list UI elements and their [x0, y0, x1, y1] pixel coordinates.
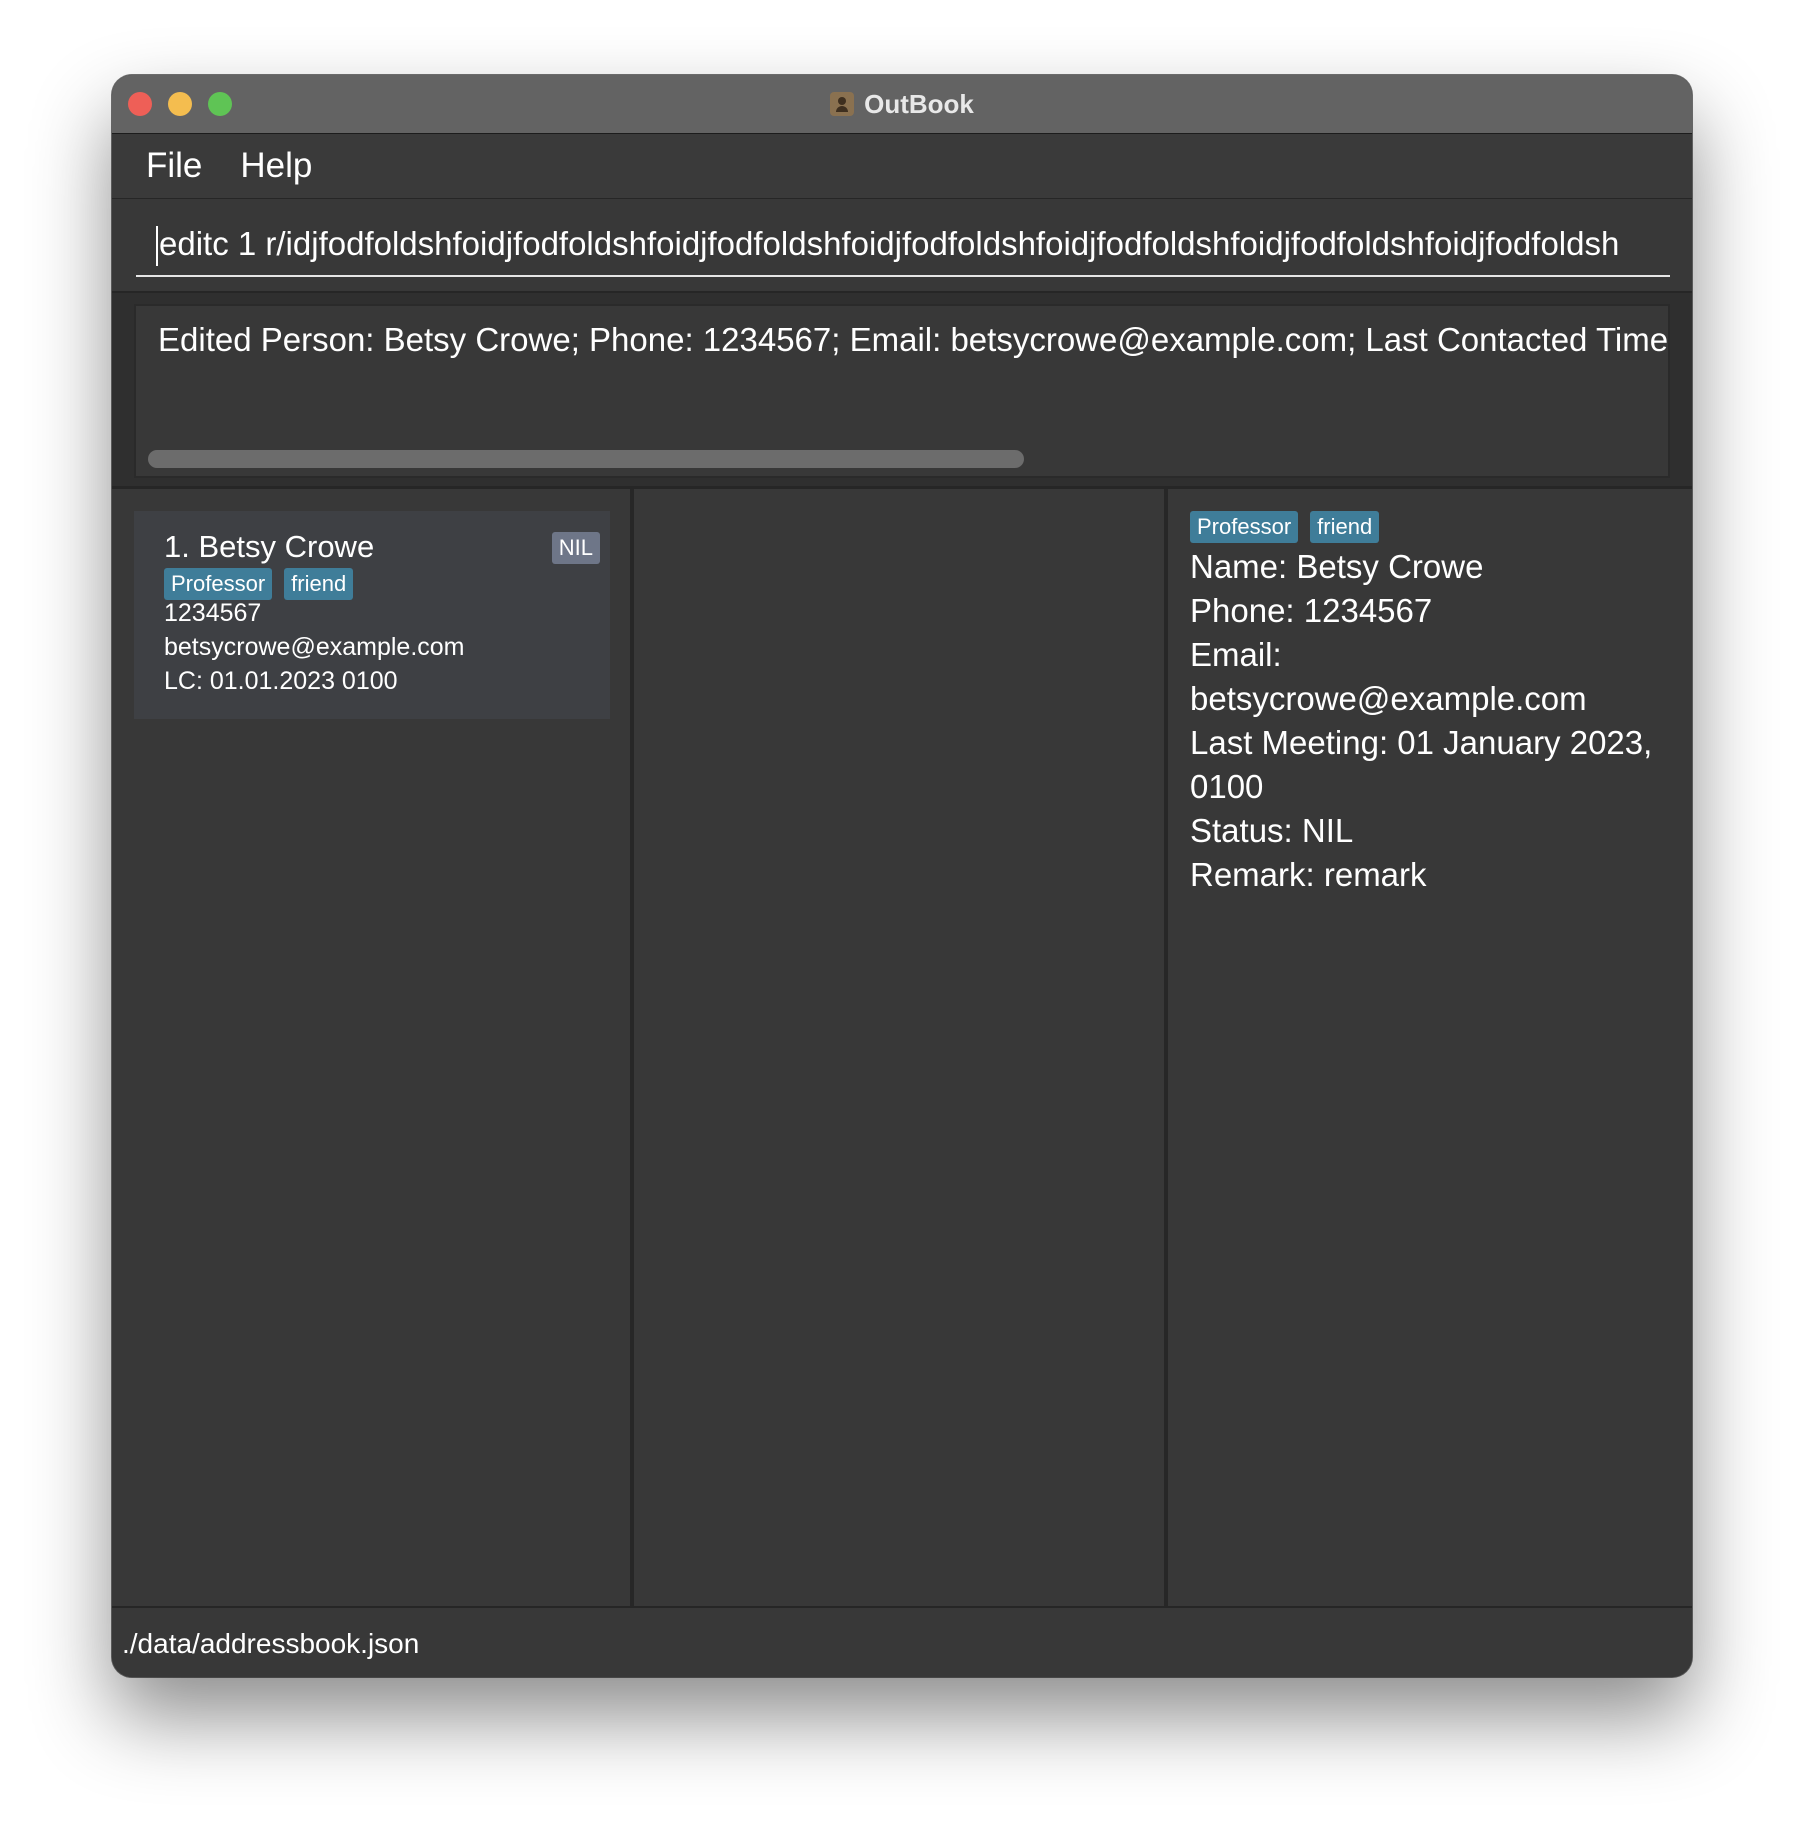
tag-friend: friend — [1310, 511, 1380, 543]
person-detail-panel: Professor friend Name: Betsy Crowe Phone:… — [1168, 489, 1692, 1606]
detail-last-meeting-time: 0100 — [1190, 768, 1264, 805]
middle-panel — [634, 489, 1164, 1606]
tag-professor: Professor — [164, 568, 273, 600]
title-group: OutBook — [112, 75, 1692, 133]
window-title: OutBook — [864, 88, 974, 119]
result-text: Edited Person: Betsy Crowe; Phone: 12345… — [158, 321, 1670, 358]
command-box: editc 1 r/idjfodfoldshfoidjfodfoldshfoid… — [112, 199, 1692, 293]
person-card[interactable]: 1. Betsy Crowe NIL Professor friend 12345… — [134, 511, 610, 719]
result-display[interactable]: Edited Person: Betsy Crowe; Phone: 12345… — [134, 304, 1670, 478]
person-phone: 1234567 — [164, 599, 262, 627]
detail-email: betsycrowe@example.com — [1190, 680, 1587, 717]
detail-phone: Phone: 1234567 — [1190, 592, 1433, 629]
person-list-panel: 1. Betsy Crowe NIL Professor friend 12345… — [112, 489, 630, 1606]
person-tags: Professor friend — [164, 568, 365, 600]
detail-email-label: Email: — [1190, 636, 1282, 673]
text-caret — [156, 226, 158, 267]
menu-bar: File Help — [112, 134, 1692, 199]
save-location: ./data/addressbook.json — [122, 1628, 420, 1659]
detail-tags: Professor friend — [1190, 511, 1672, 543]
menu-help[interactable]: Help — [240, 146, 312, 186]
status-bar: ./data/addressbook.json — [112, 1606, 1692, 1677]
tag-friend: friend — [284, 568, 354, 600]
menu-file[interactable]: File — [146, 146, 202, 186]
person-email: betsycrowe@example.com — [164, 633, 465, 661]
app-window: OutBook File Help editc 1 r/idjfodfoldsh… — [112, 75, 1692, 1677]
command-input[interactable]: editc 1 r/idjfodfoldshfoidjfodfoldshfoid… — [136, 213, 1670, 277]
detail-status: Status: NIL — [1190, 812, 1354, 849]
detail-last-meeting: Last Meeting: 01 January 2023, — [1190, 724, 1653, 761]
command-text: editc 1 r/idjfodfoldshfoidjfodfoldshfoid… — [159, 225, 1620, 262]
person-details: Professor friend Name: Betsy Crowe Phone:… — [1190, 511, 1672, 897]
app-contact-icon — [830, 92, 855, 116]
person-last-contacted: LC: 01.01.2023 0100 — [164, 667, 398, 695]
horizontal-scrollbar[interactable] — [148, 450, 1024, 468]
person-name: 1. Betsy Crowe — [164, 529, 375, 564]
title-bar: OutBook — [112, 75, 1692, 134]
tag-professor: Professor — [1190, 511, 1299, 543]
detail-remark: Remark: remark — [1190, 856, 1427, 893]
detail-name: Name: Betsy Crowe — [1190, 548, 1484, 585]
status-badge: NIL — [551, 532, 600, 564]
